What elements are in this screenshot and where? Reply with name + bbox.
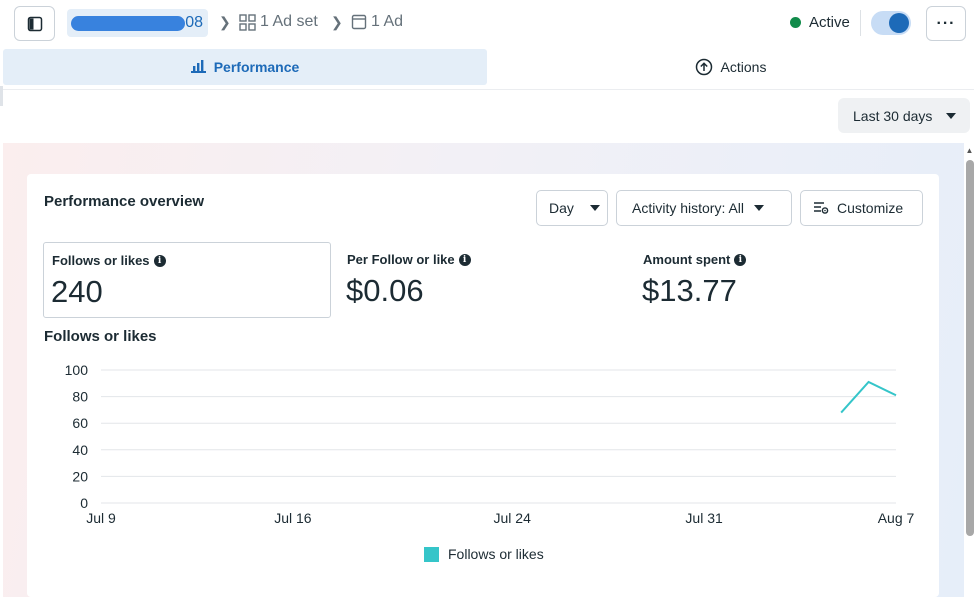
date-range-label: Last 30 days [853, 107, 933, 124]
ad-frame-icon [351, 14, 367, 30]
metric-label-text: Follows or likes [52, 253, 150, 268]
metric-value: $0.06 [346, 273, 424, 308]
customize-columns-icon [814, 202, 829, 214]
metric-label: Per Follow or like i [347, 252, 471, 267]
status-label: Active [809, 14, 850, 31]
more-icon: ··· [936, 14, 956, 32]
x-tick-label: Jul 31 [685, 510, 723, 526]
more-options-button[interactable]: ··· [926, 6, 966, 41]
x-tick-label: Jul 24 [494, 510, 532, 526]
left-edge [0, 86, 3, 106]
scroll-up-icon[interactable]: ▲ [965, 146, 974, 156]
caret-down-icon [589, 205, 600, 211]
redacted-campaign-name [71, 16, 185, 31]
caret-down-icon [946, 112, 957, 119]
customize-label: Customize [837, 200, 904, 216]
top-bar: 08 ❯ 1 Ad set ❯ 1 Ad Active ··· [0, 0, 974, 48]
activity-history-dropdown[interactable]: Activity history: All [616, 190, 792, 226]
metric-label-text: Per Follow or like [347, 252, 455, 267]
caret-down-icon [754, 205, 765, 211]
metric-value: 240 [51, 274, 103, 309]
divider [0, 89, 974, 90]
metric-per-follow-or-like[interactable]: Per Follow or like i $0.06 [339, 242, 627, 318]
y-tick-label: 0 [80, 495, 88, 511]
granularity-dropdown[interactable]: Day [536, 190, 608, 226]
date-range-dropdown[interactable]: Last 30 days [838, 98, 970, 133]
activity-history-label: Activity history: All [632, 200, 745, 216]
breadcrumb-campaign[interactable]: 08 [67, 9, 208, 37]
sidebar-panel-icon [27, 16, 42, 31]
metric-value: $13.77 [642, 273, 737, 308]
grid-icon [239, 13, 256, 31]
y-tick-label: 80 [72, 389, 88, 405]
performance-overview-card: Performance overview Day Activity histor… [27, 174, 939, 597]
arrow-up-circle-icon [695, 58, 712, 76]
info-icon[interactable]: i [153, 254, 166, 267]
divider [860, 10, 861, 36]
chart-legend[interactable]: Follows or likes [424, 546, 544, 562]
legend-swatch [424, 546, 439, 562]
info-icon[interactable]: i [734, 253, 747, 266]
metric-label: Amount spent i [643, 252, 747, 267]
breadcrumb-ad[interactable]: 1 Ad [351, 13, 403, 31]
status-indicator: Active [790, 14, 850, 31]
info-icon[interactable]: i [458, 253, 471, 266]
card-title: Performance overview [44, 193, 205, 210]
scrollbar-thumb[interactable] [966, 160, 974, 536]
ad-label: 1 Ad [371, 13, 404, 30]
chevron-right-icon: ❯ [219, 14, 231, 30]
metric-label-text: Amount spent [643, 252, 731, 267]
chart-title: Follows or likes [44, 328, 157, 345]
tab-performance-label: Performance [213, 59, 300, 75]
bar-chart-icon [190, 60, 206, 73]
granularity-label: Day [549, 200, 574, 216]
metric-amount-spent[interactable]: Amount spent i $13.77 [635, 242, 923, 318]
toggle-panel-button[interactable] [14, 6, 55, 41]
chevron-right-icon: ❯ [331, 14, 343, 30]
metric-label: Follows or likes i [52, 253, 166, 268]
x-tick-label: Jul 9 [86, 510, 116, 526]
y-tick-label: 40 [72, 442, 88, 458]
follows-line-chart: 0 20 40 60 80 100 Jul 9 Jul 16 Jul 24 Jul 31 Aug 7 [65, 362, 915, 526]
customize-button[interactable]: Customize [800, 190, 923, 226]
tab-actions-label: Actions [720, 59, 767, 75]
y-tick-label: 60 [72, 415, 88, 431]
y-tick-label: 100 [65, 362, 89, 378]
x-tick-label: Jul 16 [274, 510, 312, 526]
breadcrumb-adset[interactable]: 1 Ad set [239, 13, 318, 31]
series-line [840, 380, 897, 414]
tab-actions[interactable]: Actions [487, 49, 974, 85]
legend-label: Follows or likes [448, 546, 544, 562]
campaign-name-suffix: 08 [185, 14, 203, 31]
adset-label: 1 Ad set [260, 13, 318, 30]
metric-follows-or-likes[interactable]: Follows or likes i 240 [43, 242, 331, 318]
y-tick-label: 20 [72, 468, 88, 484]
tab-bar: Performance Actions [3, 49, 974, 86]
x-tick-label: Aug 7 [878, 510, 915, 526]
active-toggle[interactable] [871, 11, 911, 35]
toggle-knob [889, 13, 909, 33]
tab-performance[interactable]: Performance [3, 49, 487, 85]
status-dot-icon [790, 17, 801, 28]
